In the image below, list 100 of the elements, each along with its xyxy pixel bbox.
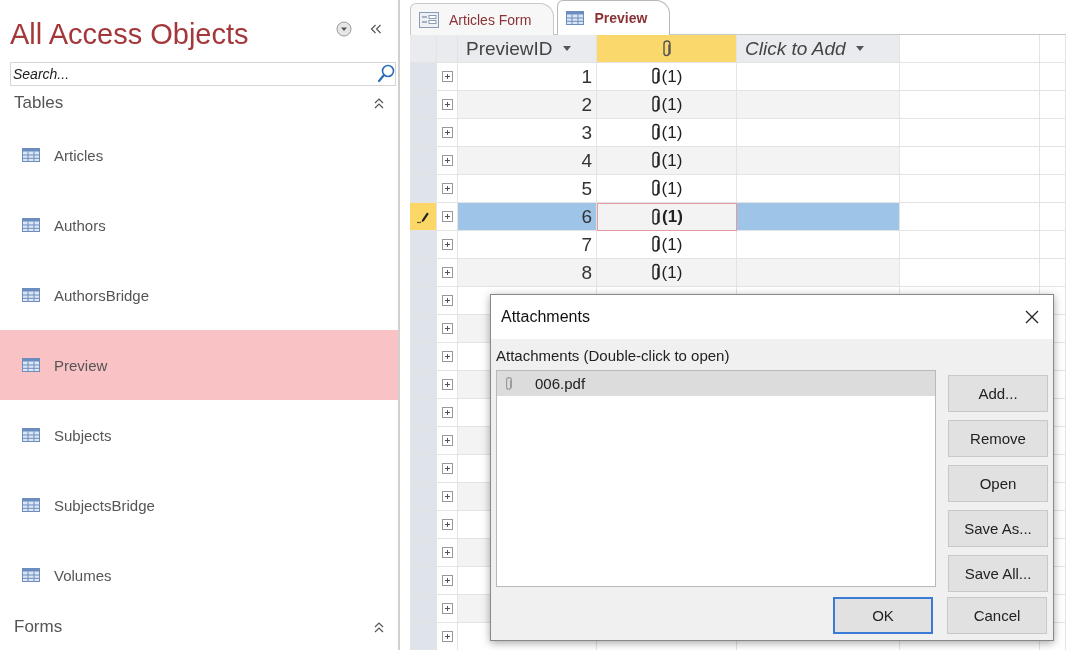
table-cell: 4 [458, 147, 597, 175]
expand-cell[interactable] [437, 91, 458, 119]
expand-icon[interactable] [441, 435, 453, 446]
expand-cell[interactable] [437, 539, 458, 567]
nav-item[interactable]: Articles [0, 120, 398, 190]
dialog-title: Attachments [501, 308, 590, 326]
expand-cell[interactable] [437, 399, 458, 427]
expand-cell[interactable] [437, 63, 458, 91]
nav-item[interactable]: SubjectsBridge [0, 470, 398, 540]
document-tab[interactable]: Preview [557, 0, 671, 35]
dialog-button[interactable]: Save As... [948, 510, 1048, 547]
expand-cell[interactable] [437, 595, 458, 623]
paperclip-icon [650, 179, 661, 198]
table-icon [22, 358, 40, 372]
table-icon [22, 498, 40, 512]
form-icon [419, 11, 439, 28]
expand-cell[interactable] [437, 511, 458, 539]
expand-icon[interactable] [441, 127, 453, 138]
nav-item[interactable]: Volumes [0, 540, 398, 610]
expand-icon[interactable] [441, 603, 453, 614]
expand-icon[interactable] [441, 631, 453, 642]
attachment-cell[interactable]: (1) [597, 203, 737, 231]
expand-icon[interactable] [441, 379, 453, 390]
expand-cell[interactable] [437, 483, 458, 511]
table-icon [566, 11, 585, 25]
dialog-button[interactable]: OK [833, 597, 933, 634]
table-icon [22, 288, 40, 302]
expand-icon[interactable] [441, 491, 453, 502]
attachment-cell[interactable]: (1) [597, 91, 737, 119]
attachment-cell[interactable]: (1) [597, 147, 737, 175]
expand-icon[interactable] [441, 351, 453, 362]
expand-cell[interactable] [437, 427, 458, 455]
dialog-button[interactable]: Remove [948, 420, 1048, 457]
expand-icon[interactable] [441, 71, 453, 82]
paperclip-icon [650, 151, 661, 170]
group-header[interactable]: Forms [10, 610, 398, 644]
paperclip-icon [651, 207, 662, 227]
dropdown-caret-icon[interactable] [562, 46, 571, 51]
expand-icon[interactable] [441, 323, 453, 334]
paperclip-icon [650, 123, 661, 142]
attachment-list[interactable]: 006.pdf [496, 370, 936, 587]
record-selector[interactable] [410, 203, 437, 231]
pane-title: All Access Objects [10, 16, 250, 51]
expand-cell[interactable] [437, 455, 458, 483]
table-cell: 6 [458, 203, 597, 231]
paperclip-icon [650, 235, 661, 254]
expand-cell[interactable] [437, 231, 458, 259]
expand-icon[interactable] [441, 239, 453, 250]
expand-cell[interactable] [437, 175, 458, 203]
expand-icon[interactable] [441, 211, 453, 222]
nav-item[interactable]: AuthorsBridge [0, 260, 398, 330]
expand-icon[interactable] [441, 407, 453, 418]
dialog-button[interactable]: Cancel [947, 597, 1047, 634]
expand-icon[interactable] [441, 547, 453, 558]
expand-icon[interactable] [441, 463, 453, 474]
table-icon [22, 148, 40, 162]
paperclip-icon [661, 38, 672, 59]
nav-item[interactable]: Subjects [0, 400, 398, 470]
expand-icon[interactable] [441, 155, 453, 166]
expand-cell[interactable] [437, 567, 458, 595]
expand-cell[interactable] [437, 203, 458, 231]
table-icon [22, 428, 40, 442]
table-cell: 2 [458, 91, 597, 119]
paperclip-icon [650, 263, 661, 282]
column-header[interactable]: PreviewID [458, 35, 597, 63]
expand-icon[interactable] [441, 99, 453, 110]
attachment-cell[interactable]: (1) [597, 259, 737, 287]
expand-icon[interactable] [441, 519, 453, 530]
dropdown-caret-icon[interactable] [855, 46, 864, 51]
expand-icon[interactable] [441, 267, 453, 278]
expand-cell[interactable] [437, 371, 458, 399]
file-item[interactable]: 006.pdf [497, 371, 935, 396]
expand-cell[interactable] [437, 315, 458, 343]
expand-cell[interactable] [437, 343, 458, 371]
paperclip-icon [650, 67, 661, 86]
close-icon[interactable] [1025, 310, 1039, 324]
table-cell: 8 [458, 259, 597, 287]
expand-icon[interactable] [441, 183, 453, 194]
column-header[interactable] [597, 35, 737, 63]
dropdown-icon[interactable] [336, 21, 352, 37]
paperclip-icon [505, 375, 513, 392]
add-column-header[interactable]: Click to Add [737, 35, 900, 63]
group-header[interactable]: Tables [10, 86, 398, 120]
nav-item[interactable]: Authors [0, 190, 398, 260]
expand-cell[interactable] [437, 147, 458, 175]
expand-cell[interactable] [437, 119, 458, 147]
expand-icon[interactable] [441, 295, 453, 306]
dialog-button[interactable]: Save All... [948, 555, 1048, 592]
table-icon [22, 218, 40, 232]
header-cell [410, 35, 437, 63]
list-label: Attachments (Double-click to open) [496, 347, 731, 364]
expand-icon[interactable] [441, 575, 453, 586]
dialog-button[interactable]: Open [948, 465, 1048, 502]
expand-cell[interactable] [437, 259, 458, 287]
nav-item[interactable]: Preview [0, 330, 398, 400]
paperclip-icon [650, 95, 661, 114]
collapse-pane-icon[interactable] [370, 24, 382, 34]
dialog-button[interactable]: Add... [948, 375, 1048, 412]
document-tab[interactable]: Articles Form [410, 3, 555, 35]
expand-cell[interactable] [437, 287, 458, 315]
